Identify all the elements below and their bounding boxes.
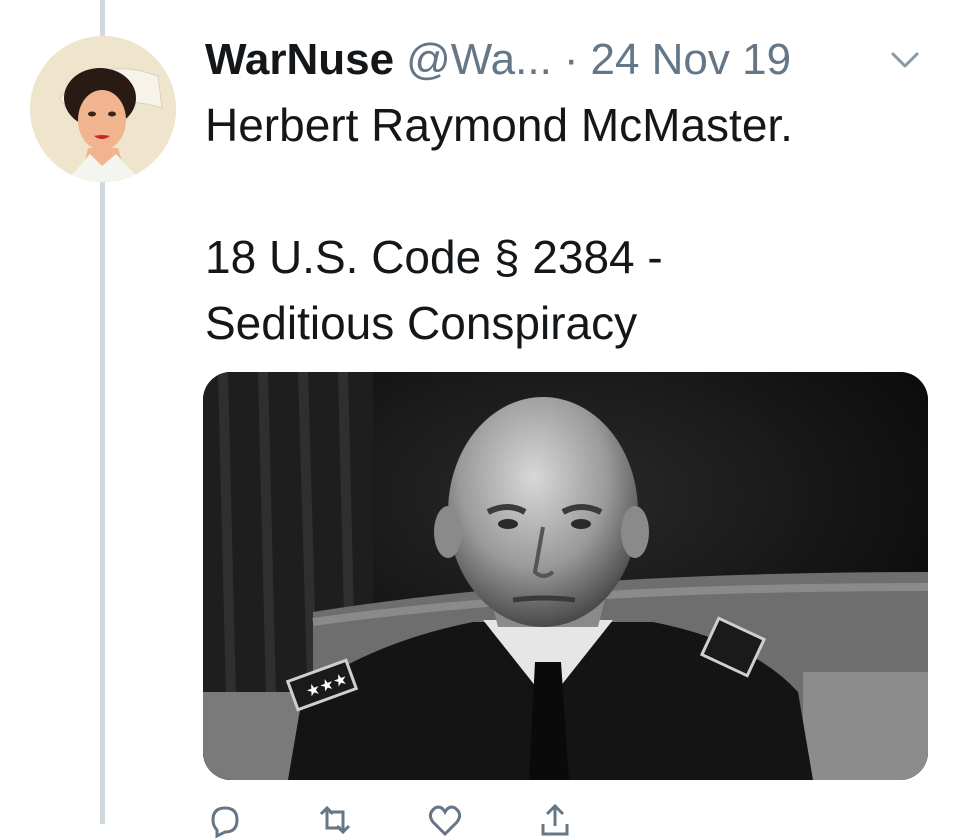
tweet-text: Herbert Raymond McMaster. 18 U.S. Code §… — [205, 92, 925, 356]
chevron-down-icon[interactable] — [885, 40, 925, 80]
tweet-photo[interactable]: ★★★ — [203, 372, 928, 780]
reply-icon — [211, 806, 239, 839]
reply-button[interactable] — [205, 800, 245, 840]
tweet-header: WarNuse @Wa... · 24 Nov 19 — [205, 30, 925, 90]
display-name[interactable]: WarNuse — [205, 33, 394, 87]
tweet-actions — [205, 800, 925, 840]
like-icon — [428, 805, 462, 837]
photo-image: ★★★ — [203, 372, 928, 780]
tweet-text-line: Seditious Conspiracy — [205, 297, 638, 349]
avatar[interactable] — [30, 36, 176, 182]
share-icon — [541, 803, 569, 836]
tweet-text-line: 18 U.S. Code § 2384 - — [205, 231, 663, 283]
retweet-icon — [319, 805, 351, 835]
tweet-text-line: Herbert Raymond McMaster. — [205, 99, 793, 151]
user-handle[interactable]: @Wa... — [406, 33, 552, 87]
tweet-date[interactable]: 24 Nov 19 — [590, 33, 791, 87]
header-separator: · — [563, 35, 579, 84]
avatar-image — [30, 36, 176, 182]
retweet-button[interactable] — [315, 800, 355, 840]
share-button[interactable] — [535, 800, 575, 840]
like-button[interactable] — [425, 800, 465, 840]
